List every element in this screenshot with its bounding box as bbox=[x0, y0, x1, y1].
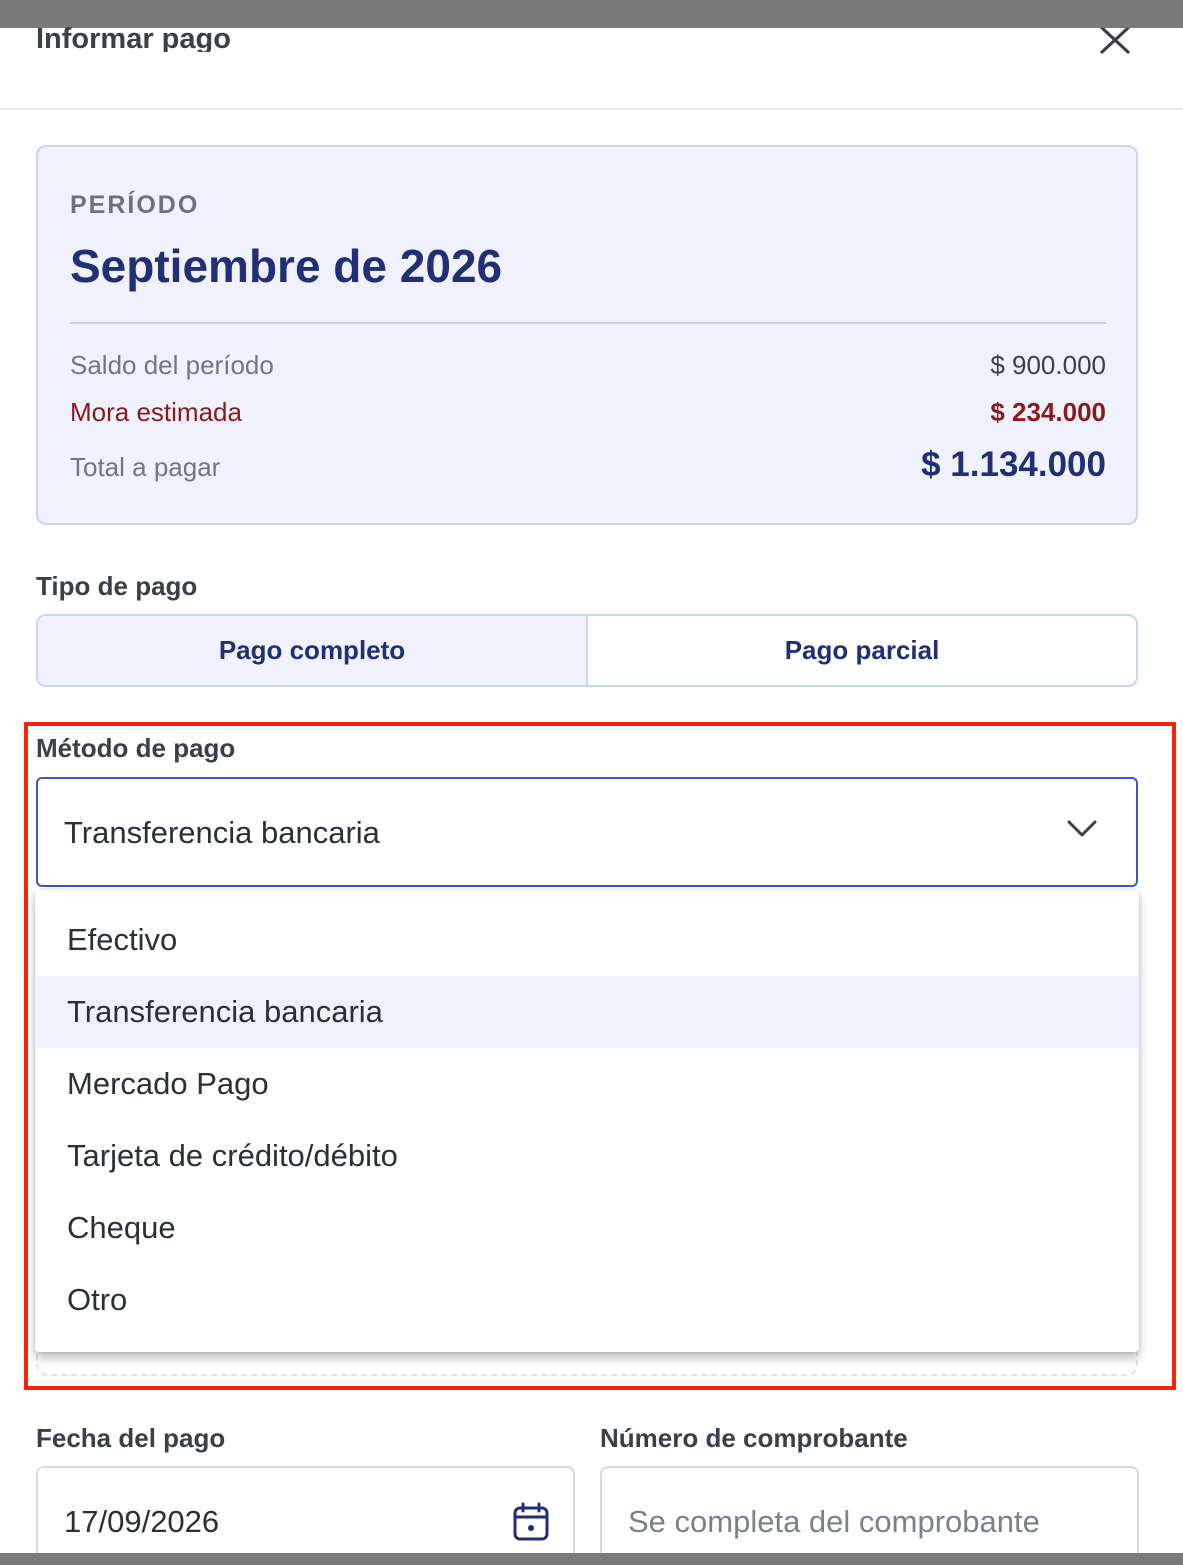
total-value: $ 1.134.000 bbox=[921, 445, 1106, 484]
late-fee-value: $ 234.000 bbox=[990, 397, 1106, 427]
calendar-button[interactable] bbox=[512, 1502, 550, 1547]
balance-row: Saldo del período $ 900.000 bbox=[70, 350, 1106, 381]
receipt-number-label: Número de comprobante bbox=[600, 1423, 908, 1453]
payment-date-label: Fecha del pago bbox=[36, 1423, 226, 1453]
payment-type-partial-button[interactable]: Pago parcial bbox=[588, 616, 1136, 685]
option-efectivo[interactable]: Efectivo bbox=[35, 904, 1139, 976]
payment-method-dropdown: Efectivo Transferencia bancaria Mercado … bbox=[35, 890, 1139, 1352]
bottom-overlay-bar bbox=[0, 1553, 1183, 1565]
period-summary-card: PERÍODO Septiembre de 2026 Saldo del per… bbox=[36, 145, 1138, 525]
payment-type-label: Tipo de pago bbox=[36, 571, 198, 601]
payment-method-select[interactable]: Transferencia bancaria bbox=[36, 777, 1138, 887]
late-fee-label: Mora estimada bbox=[70, 397, 242, 427]
option-transferencia-bancaria[interactable]: Transferencia bancaria bbox=[35, 976, 1139, 1048]
balance-value: $ 900.000 bbox=[990, 350, 1106, 380]
payment-date-value: 17/09/2026 bbox=[64, 1504, 220, 1539]
payment-date-input[interactable]: 17/09/2026 bbox=[36, 1466, 575, 1565]
receipt-number-placeholder: Se completa del comprobante bbox=[628, 1504, 1040, 1539]
period-value: Septiembre de 2026 bbox=[70, 240, 503, 292]
period-label: PERÍODO bbox=[70, 191, 200, 219]
card-divider bbox=[70, 322, 1106, 324]
option-mercado-pago[interactable]: Mercado Pago bbox=[35, 1048, 1139, 1120]
payment-method-label: Método de pago bbox=[36, 733, 236, 763]
option-tarjeta[interactable]: Tarjeta de crédito/débito bbox=[35, 1120, 1139, 1192]
close-icon bbox=[1100, 28, 1130, 54]
top-overlay-bar bbox=[0, 0, 1183, 28]
receipt-number-input[interactable]: Se completa del comprobante bbox=[600, 1466, 1139, 1565]
calendar-icon bbox=[513, 1502, 549, 1541]
total-row: Total a pagar $ 1.134.000 bbox=[70, 445, 1106, 485]
option-cheque[interactable]: Cheque bbox=[35, 1192, 1139, 1264]
option-otro[interactable]: Otro bbox=[35, 1264, 1139, 1336]
payment-type-toggle: Pago completo Pago parcial bbox=[36, 614, 1138, 687]
payment-type-full-button[interactable]: Pago completo bbox=[38, 616, 588, 685]
payment-method-selected-value: Transferencia bancaria bbox=[64, 815, 380, 850]
balance-label: Saldo del período bbox=[70, 350, 274, 380]
modal-title: Informar pago bbox=[36, 26, 231, 52]
modal-header: Informar pago bbox=[0, 26, 1183, 110]
total-label: Total a pagar bbox=[70, 452, 221, 482]
close-button[interactable] bbox=[1096, 28, 1134, 58]
late-fee-row: Mora estimada $ 234.000 bbox=[70, 397, 1106, 428]
chevron-down-icon bbox=[1067, 820, 1097, 837]
